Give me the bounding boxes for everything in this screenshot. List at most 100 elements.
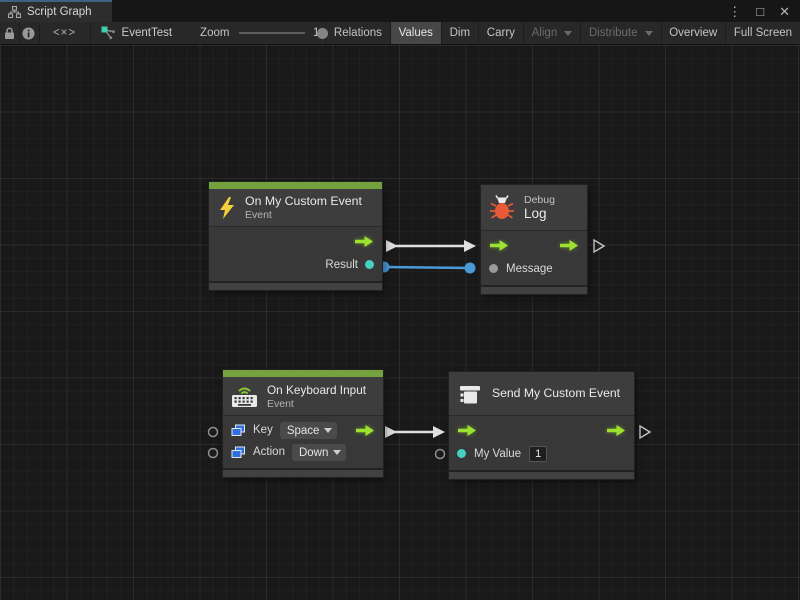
node-title: Send My Custom Event [492, 386, 620, 401]
connection-value-result-to-message[interactable] [379, 262, 476, 274]
node-footer [223, 470, 383, 477]
machine-icon [457, 382, 483, 406]
window-menu-icon[interactable]: ⋮ [728, 5, 741, 18]
tab-label: Script Graph [27, 6, 92, 18]
graph-name-label: EventTest [122, 27, 173, 39]
my-value-input[interactable]: 1 [529, 446, 547, 462]
node-title: On Keyboard Input [267, 383, 366, 398]
node-subtitle: Event [267, 398, 366, 410]
node-title: On My Custom Event [245, 194, 362, 209]
enum-icon [231, 424, 246, 437]
result-port-dot[interactable] [365, 260, 374, 269]
node-footer [481, 287, 587, 294]
flow-out-arrow-icon[interactable] [559, 239, 579, 252]
flow-arrow-icon[interactable] [354, 235, 374, 248]
flow-in-arrow-icon[interactable] [489, 239, 509, 252]
carry-label: Carry [487, 27, 515, 39]
full-screen-label: Full Screen [734, 27, 792, 39]
code-view-button[interactable]: <×> [39, 22, 90, 44]
node-body: Result [209, 227, 382, 281]
values-label: Values [399, 27, 433, 39]
message-port-label: Message [506, 263, 553, 275]
key-dropdown[interactable]: Space [280, 422, 338, 439]
distribute-button[interactable]: Distribute [581, 22, 661, 44]
lock-button[interactable] [0, 22, 19, 44]
tab-script-graph[interactable]: Script Graph [0, 0, 112, 22]
unconnected-port-circle[interactable] [209, 428, 218, 437]
carry-button[interactable]: Carry [479, 22, 523, 44]
relations-label: Relations [334, 27, 382, 39]
flow-out-hint-triangle[interactable] [640, 426, 650, 438]
info-icon [22, 27, 35, 40]
chevron-down-icon [645, 31, 653, 36]
align-button[interactable]: Align [524, 22, 581, 44]
key-port-label: Key [253, 424, 273, 436]
unconnected-port-circle[interactable] [436, 450, 445, 459]
flow-out-hint-triangle[interactable] [594, 240, 604, 252]
flow-out-arrow-icon[interactable] [355, 424, 375, 437]
action-port-row[interactable]: Action Down [223, 441, 383, 463]
zoom-slider-handle[interactable] [317, 28, 328, 39]
maximize-icon[interactable]: □ [756, 5, 764, 18]
info-button[interactable] [19, 22, 38, 44]
key-dropdown-value: Space [287, 425, 320, 437]
node-body: Key Space Action [223, 416, 383, 468]
graph-name-button[interactable]: EventTest [101, 22, 173, 44]
node-footer [449, 472, 634, 479]
flow-out-arrow-icon[interactable] [606, 424, 626, 437]
result-port-label: Result [325, 259, 358, 271]
my-value-input-value: 1 [535, 448, 541, 460]
zoom-slider[interactable] [239, 22, 305, 44]
node-header[interactable]: On My Custom Event Event [209, 189, 382, 227]
node-header[interactable]: Send My Custom Event [449, 372, 634, 416]
zoom-label: Zoom [200, 22, 229, 44]
message-port-row[interactable]: Message [481, 257, 587, 280]
connections-layer [0, 45, 800, 600]
event-color-strip [223, 370, 383, 377]
key-port-row[interactable]: Key Space [223, 419, 383, 441]
window-controls: ⋮ □ ✕ [728, 0, 800, 22]
chevron-down-icon [324, 428, 332, 433]
graph-toolbar: <×> EventTest Zoom 1x Relations Values [0, 22, 800, 45]
node-debug-log[interactable]: Debug Log Message [481, 185, 587, 294]
full-screen-button[interactable]: Full Screen [726, 22, 800, 44]
chevron-down-icon [564, 31, 572, 36]
values-button[interactable]: Values [391, 22, 441, 44]
node-on-keyboard-input[interactable]: On Keyboard Input Event Key Space [223, 370, 383, 477]
code-icon: <×> [53, 27, 76, 39]
my-value-port-row[interactable]: My Value 1 [449, 442, 634, 465]
flow-in-arrow-icon[interactable] [457, 424, 477, 437]
unconnected-port-circle[interactable] [209, 449, 218, 458]
flow-output-row[interactable] [209, 230, 382, 253]
graph-window: Script Graph ⋮ □ ✕ <×> [0, 0, 800, 600]
event-color-strip [209, 182, 382, 189]
connection-flow-keyboard-to-send[interactable] [385, 426, 445, 438]
relations-button[interactable]: Relations [326, 22, 390, 44]
dim-button[interactable]: Dim [442, 22, 478, 44]
my-value-port-dot[interactable] [457, 449, 466, 458]
node-body: My Value 1 [449, 416, 634, 470]
connection-flow-custom-event-to-log[interactable] [386, 240, 476, 252]
node-footer [209, 283, 382, 290]
tab-bar: Script Graph ⋮ □ ✕ [0, 0, 800, 22]
close-icon[interactable]: ✕ [779, 5, 790, 18]
graph-canvas[interactable]: On My Custom Event Event Result [0, 45, 800, 600]
node-body: Message [481, 231, 587, 285]
overview-label: Overview [669, 27, 717, 39]
node-header[interactable]: Debug Log [481, 185, 587, 231]
message-port-dot[interactable] [489, 264, 498, 273]
overview-button[interactable]: Overview [661, 22, 725, 44]
node-on-my-custom-event[interactable]: On My Custom Event Event Result [209, 182, 382, 290]
node-surtitle: Debug [524, 194, 555, 206]
result-port-row[interactable]: Result [209, 253, 382, 276]
chevron-down-icon [333, 450, 341, 455]
action-dropdown-value: Down [299, 447, 328, 459]
action-dropdown[interactable]: Down [292, 444, 346, 461]
flow-row[interactable] [449, 419, 634, 442]
node-send-my-custom-event[interactable]: Send My Custom Event My Value [449, 372, 634, 479]
my-value-port-label: My Value [474, 448, 521, 460]
action-port-label: Action [253, 446, 285, 458]
node-header[interactable]: On Keyboard Input Event [223, 377, 383, 416]
flow-row[interactable] [481, 234, 587, 257]
align-label: Align [532, 27, 558, 39]
